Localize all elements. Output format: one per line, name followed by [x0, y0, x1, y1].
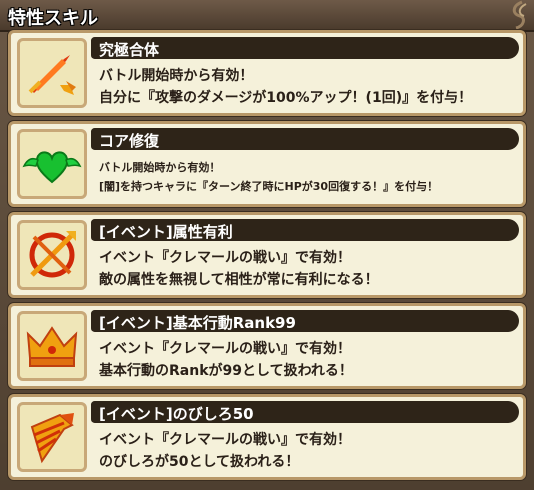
skill-description: イベント『クレマールの戦い』で有効！ 基本行動のRankが99として扱われる！	[99, 338, 521, 382]
skill-card-ultimate-fusion[interactable]: 究極合体 バトル開始時から有効！ 自分に『攻撃のダメージが100%アップ！(1回…	[8, 30, 526, 116]
skill-card-core-repair[interactable]: コア修復 バトル開始時から有効！ [闇]を持つキャラに『ターン終了時にHPが30…	[8, 121, 526, 207]
skill-icon-frame	[17, 38, 87, 108]
skill-name-bar: コア修復	[91, 128, 519, 150]
sword-icon	[28, 55, 76, 95]
skill-icon-frame	[17, 311, 87, 381]
skill-name-bar: [イベント]基本行動Rank99	[91, 310, 519, 332]
skill-description: バトル開始時から有効！ [闇]を持つキャラに『ターン終了時にHPが30回復する！…	[99, 158, 521, 196]
skill-card-growth-potential[interactable]: [イベント]のびしろ50 イベント『クレマールの戦い』で有効！ のびしろが50と…	[8, 394, 526, 480]
skill-name: 究極合体	[99, 41, 160, 59]
skill-name: [イベント]のびしろ50	[99, 405, 254, 423]
skill-desc-line: バトル開始時から有効！	[99, 68, 254, 84]
skill-desc-line: イベント『クレマールの戦い』で有効！	[99, 432, 351, 448]
skill-desc-line: 基本行動のRankが99として扱われる！	[99, 363, 353, 379]
skill-name-bar: [イベント]属性有利	[91, 219, 519, 241]
skill-name: [イベント]基本行動Rank99	[99, 314, 296, 332]
skill-card-attribute-advantage[interactable]: [イベント]属性有利 イベント『クレマールの戦い』で有効！ 敵の属性を無視して相…	[8, 212, 526, 298]
crown-icon	[26, 326, 78, 367]
crossed-target-icon	[29, 231, 76, 278]
skill-description: イベント『クレマールの戦い』で有効！ のびしろが50として扱われる！	[99, 429, 521, 473]
drill-icon	[30, 413, 74, 464]
skill-desc-line: イベント『クレマールの戦い』で有効！	[99, 250, 351, 266]
ornament-icon	[512, 0, 527, 30]
skill-desc-line: 敵の属性を無視して相性が常に有利になる！	[99, 272, 379, 288]
skill-name: コア修復	[99, 132, 160, 150]
skill-icon-frame	[17, 402, 87, 472]
panel-title: 特性スキル	[8, 8, 98, 29]
skill-icon-frame	[17, 129, 87, 199]
skill-name-bar: [イベント]のびしろ50	[91, 401, 519, 423]
skill-card-basic-action-rank[interactable]: [イベント]基本行動Rank99 イベント『クレマールの戦い』で有効！ 基本行動…	[8, 303, 526, 389]
skill-icon-frame	[17, 220, 87, 290]
skill-description: イベント『クレマールの戦い』で有効！ 敵の属性を無視して相性が常に有利になる！	[99, 247, 521, 291]
skill-desc-line: バトル開始時から有効！	[99, 161, 221, 174]
skill-desc-line: 自分に『攻撃のダメージが100%アップ！(1回)』を付与！	[99, 90, 473, 106]
skill-desc-line: [闇]を持つキャラに『ターン終了時にHPが30回復する！』を付与！	[99, 180, 439, 193]
skill-desc-line: イベント『クレマールの戦い』で有効！	[99, 341, 351, 357]
skill-desc-line: のびしろが50として扱われる！	[99, 454, 300, 470]
skill-panel: 特性スキル 究極合体 バトル開始時から有効！ 自分に『攻撃のダメージが100%ア…	[0, 0, 534, 490]
skill-description: バトル開始時から有効！ 自分に『攻撃のダメージが100%アップ！(1回)』を付与…	[99, 65, 521, 109]
skill-name: [イベント]属性有利	[99, 223, 233, 241]
panel-header: 特性スキル	[0, 0, 534, 32]
skill-name-bar: 究極合体	[91, 37, 519, 59]
winged-heart-icon	[22, 151, 82, 184]
